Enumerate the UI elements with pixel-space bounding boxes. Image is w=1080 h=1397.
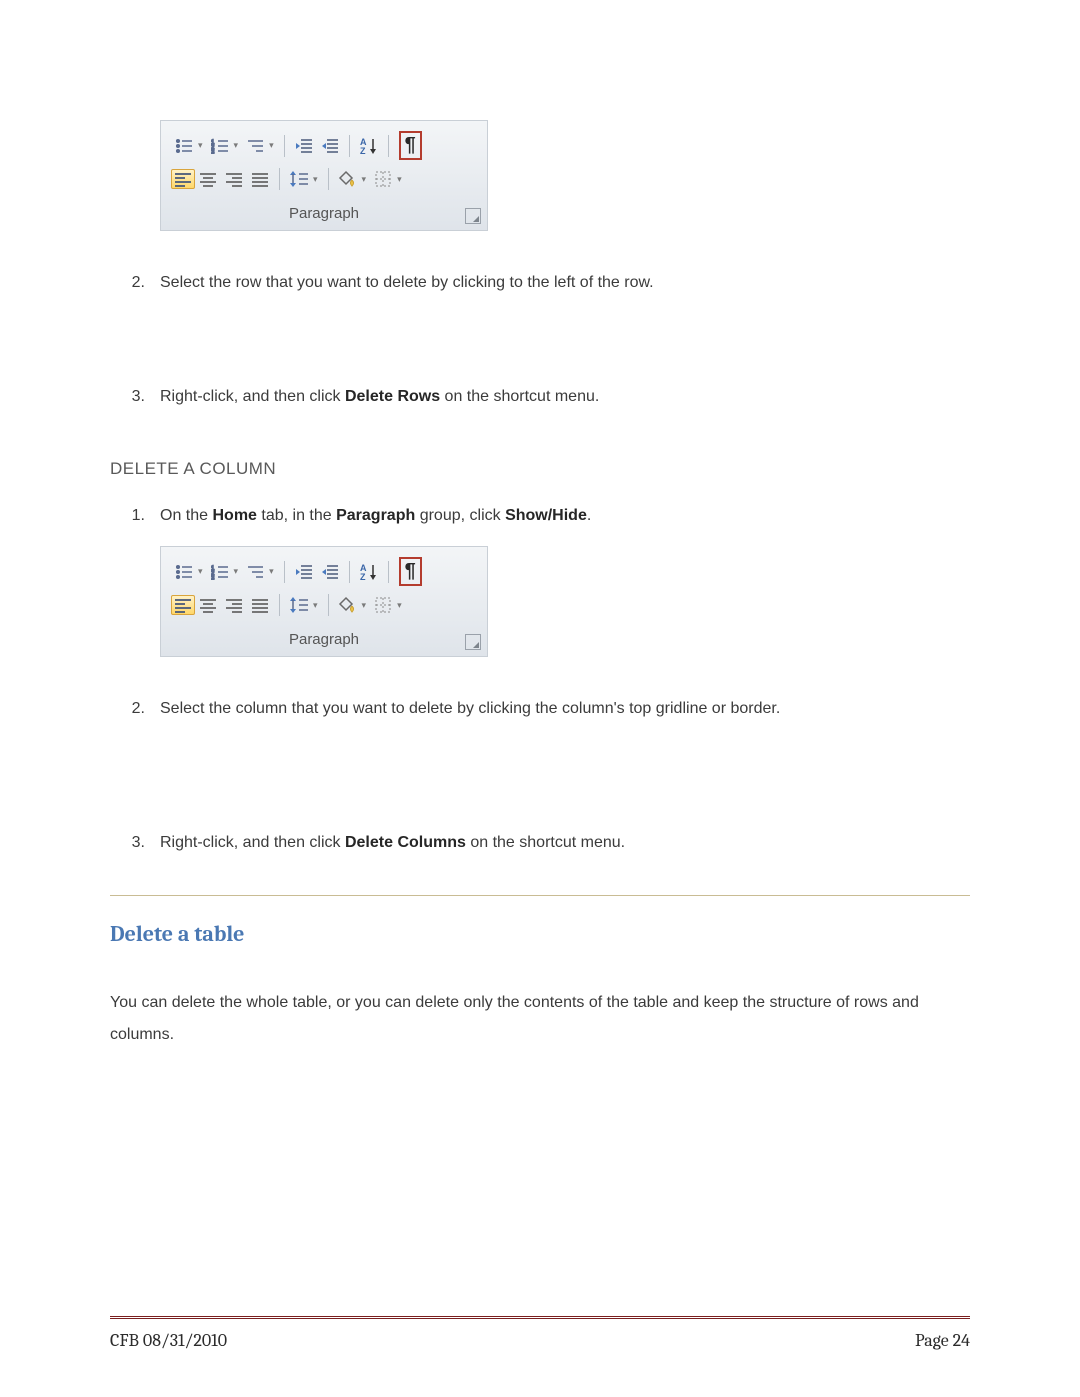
list-item: 2. Select the column that you want to de… — [110, 697, 970, 721]
chevron-down-icon: ▾ — [234, 140, 239, 151]
step-text: Select the row that you want to delete b… — [160, 271, 970, 295]
list-item: 3. Right-click, and then click Delete Co… — [110, 831, 970, 855]
justify-icon — [249, 594, 271, 616]
divider — [110, 895, 970, 896]
line-spacing-icon — [288, 594, 310, 616]
svg-text:3: 3 — [211, 576, 215, 580]
align-right-icon — [223, 594, 245, 616]
chevron-down-icon: ▾ — [269, 566, 274, 577]
paragraph-ribbon-image: ▾ 123 ▾ ▾ AZ ¶ — [110, 120, 970, 231]
svg-text:3: 3 — [211, 150, 215, 154]
sort-icon: AZ — [358, 135, 380, 157]
footer-rule — [110, 1316, 970, 1319]
decrease-indent-icon — [293, 561, 315, 583]
chevron-down-icon: ▾ — [313, 174, 318, 185]
line-spacing-icon — [288, 168, 310, 190]
step-number: 3. — [110, 385, 160, 409]
justify-icon — [249, 168, 271, 190]
sort-icon: AZ — [358, 561, 380, 583]
ribbon-group-label: Paragraph — [289, 631, 359, 648]
step-text: Select the column that you want to delet… — [160, 697, 970, 721]
dialog-launcher-icon — [465, 634, 481, 650]
ribbon-group-label: Paragraph — [289, 205, 359, 222]
heading-delete-table: Delete a table — [110, 921, 970, 947]
paragraph-text: You can delete the whole table, or you c… — [110, 987, 970, 1051]
step-text: Right-click, and then click Delete Rows … — [160, 385, 970, 409]
shading-icon — [337, 168, 359, 190]
numbering-icon: 123 — [209, 135, 231, 157]
chevron-down-icon: ▾ — [362, 600, 367, 611]
footer-left: CFB 08/31/2010 — [110, 1330, 227, 1351]
decrease-indent-icon — [293, 135, 315, 157]
show-hide-icon: ¶ — [399, 557, 422, 586]
step-number: 2. — [110, 271, 160, 295]
paragraph-ribbon-image: ▾ 123 ▾ ▾ AZ ¶ — [110, 546, 970, 657]
list-item: 1. On the Home tab, in the Paragraph gro… — [110, 504, 970, 528]
heading-delete-column: DELETE A COLUMN — [110, 459, 970, 479]
multilevel-list-icon — [244, 135, 266, 157]
multilevel-list-icon — [244, 561, 266, 583]
svg-text:Z: Z — [360, 146, 366, 155]
footer-right: Page 24 — [915, 1330, 970, 1351]
chevron-down-icon: ▾ — [397, 174, 402, 185]
shading-icon — [337, 594, 359, 616]
show-hide-icon: ¶ — [399, 131, 422, 160]
step-number: 2. — [110, 697, 160, 721]
chevron-down-icon: ▾ — [313, 600, 318, 611]
chevron-down-icon: ▾ — [269, 140, 274, 151]
align-left-icon — [171, 595, 195, 615]
step-number: 3. — [110, 831, 160, 855]
svg-text:Z: Z — [360, 572, 366, 581]
dialog-launcher-icon — [465, 208, 481, 224]
chevron-down-icon: ▾ — [397, 600, 402, 611]
borders-icon — [372, 168, 394, 190]
align-left-icon — [171, 169, 195, 189]
chevron-down-icon: ▾ — [198, 566, 203, 577]
step-number: 1. — [110, 504, 160, 528]
numbering-icon: 123 — [209, 561, 231, 583]
chevron-down-icon: ▾ — [362, 174, 367, 185]
list-item: 2. Select the row that you want to delet… — [110, 271, 970, 295]
step-text: Right-click, and then click Delete Colum… — [160, 831, 970, 855]
list-item: 3. Right-click, and then click Delete Ro… — [110, 385, 970, 409]
step-text: On the Home tab, in the Paragraph group,… — [160, 504, 970, 528]
align-right-icon — [223, 168, 245, 190]
borders-icon — [372, 594, 394, 616]
align-center-icon — [197, 594, 219, 616]
chevron-down-icon: ▾ — [198, 140, 203, 151]
bullets-icon — [173, 561, 195, 583]
align-center-icon — [197, 168, 219, 190]
increase-indent-icon — [319, 135, 341, 157]
bullets-icon — [173, 135, 195, 157]
increase-indent-icon — [319, 561, 341, 583]
chevron-down-icon: ▾ — [234, 566, 239, 577]
